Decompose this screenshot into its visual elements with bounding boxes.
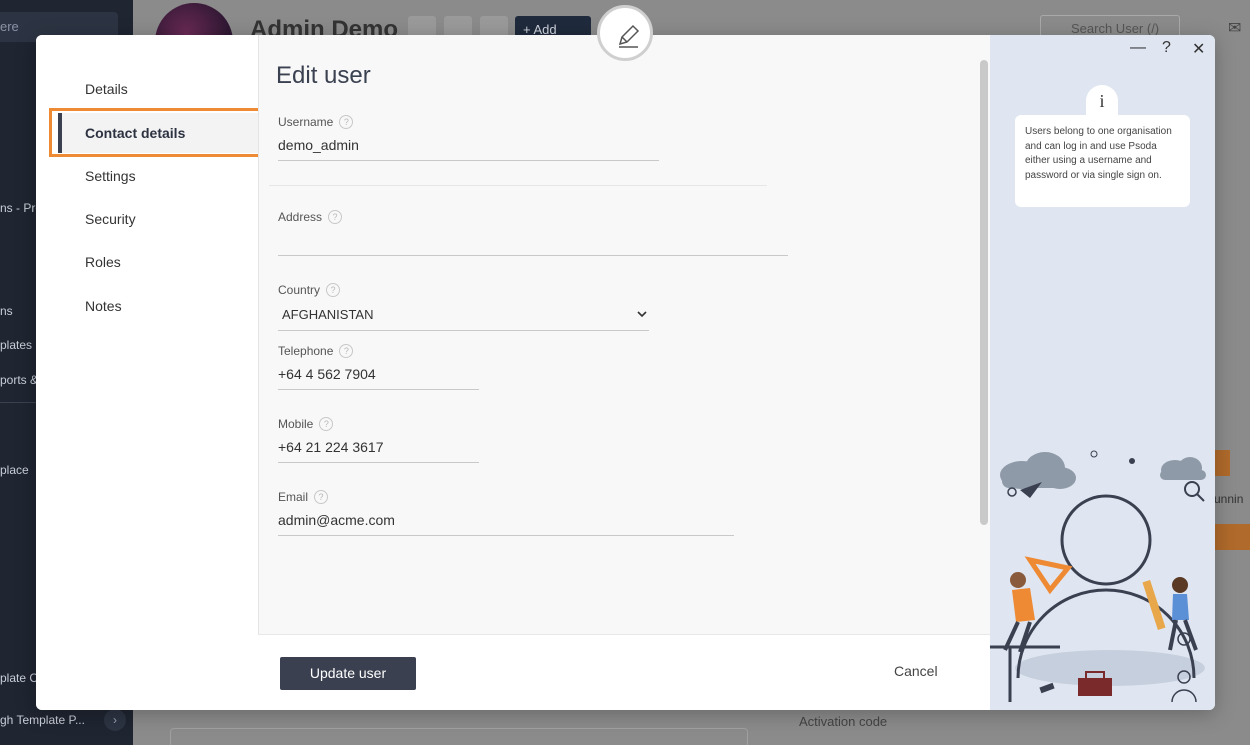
pencil-icon [618,24,640,48]
help-icon[interactable]: ? [339,344,354,358]
scrollbar[interactable] [980,60,988,525]
background-text: unnin [1214,492,1244,506]
edit-user-modal: Details Contact details Settings Securit… [36,35,1215,710]
background-sidebar-item: plate C [0,671,39,685]
country-label: Country ? [278,283,341,297]
activation-code-label: Activation code [799,714,888,729]
mobile-field[interactable]: +64 21 224 3617 [278,439,479,463]
background-box [170,728,748,745]
background-orange-button [1215,450,1230,476]
chevron-down-icon [637,311,647,318]
info-icon: i [1086,85,1118,117]
country-select-value: AFGHANISTAN [282,307,374,322]
cancel-button[interactable]: Cancel [894,663,938,679]
nav-item-details[interactable]: Details [58,69,258,109]
edit-pencil-badge [597,5,653,61]
close-icon[interactable]: ✕ [1192,39,1205,59]
country-select[interactable]: AFGHANISTAN [278,307,649,331]
nav-item-security[interactable]: Security [58,199,258,239]
mobile-label-text: Mobile [278,417,314,431]
background-orange-button [1215,524,1250,550]
username-label: Username ? [278,115,354,129]
background-sidebar-item: place [0,463,29,477]
help-icon[interactable]: ? [339,115,354,129]
telephone-label-text: Telephone [278,344,334,358]
nav-item-roles[interactable]: Roles [58,242,258,282]
username-field[interactable]: demo_admin [278,137,659,161]
username-label-text: Username [278,115,334,129]
modal-form: Edit user Username ? demo_admin Address … [258,35,990,635]
mobile-label: Mobile ? [278,417,334,431]
address-field[interactable] [278,232,788,256]
telephone-field[interactable]: +64 4 562 7904 [278,366,479,390]
modal-title: Edit user [276,62,371,89]
help-icon[interactable]: ? [326,283,341,297]
background-sidebar-item: plates [0,338,33,352]
address-label: Address ? [278,210,343,224]
telephone-label: Telephone ? [278,344,354,358]
help-info-text: Users belong to one organisation and can… [1015,115,1190,207]
background-sidebar-item: ports & [0,373,39,387]
help-icon[interactable]: ? [328,210,343,224]
mail-icon: ✉ [1228,20,1242,37]
nav-item-contact-details[interactable]: Contact details [58,113,258,153]
email-label: Email ? [278,490,329,504]
help-icon[interactable]: ? [314,490,329,504]
background-sidebar-item: gh Template P... [0,713,85,727]
team-illustration [990,450,1206,703]
email-label-text: Email [278,490,309,504]
chevron-right-icon: › [104,709,126,731]
nav-item-settings[interactable]: Settings [58,156,258,196]
help-panel: — ? ✕ i Users belong to one organisation… [990,35,1215,710]
modal-nav: Details Contact details Settings Securit… [36,35,262,635]
background-sidebar-item: ns [0,304,13,318]
nav-item-notes[interactable]: Notes [58,286,258,326]
country-label-text: Country [278,283,321,297]
help-icon[interactable]: ? [1162,39,1171,57]
address-label-text: Address [278,210,323,224]
email-field[interactable]: admin@acme.com [278,512,734,536]
minimize-icon[interactable]: — [1130,39,1146,57]
update-user-button[interactable]: Update user [280,657,416,690]
section-divider [269,185,767,186]
help-icon[interactable]: ? [319,417,334,431]
modal-footer: Update user Cancel [36,635,990,710]
